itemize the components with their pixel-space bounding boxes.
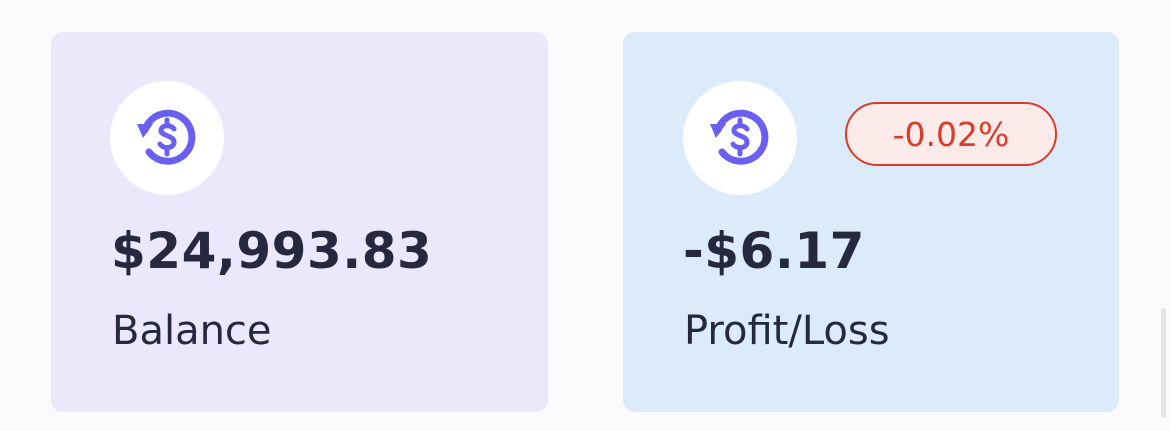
dollar-refresh-icon xyxy=(137,109,196,165)
profit-loss-label: Profit/Loss xyxy=(684,308,890,354)
dollar-refresh-icon xyxy=(710,109,769,165)
pnl-icon-badge xyxy=(683,81,797,195)
profit-loss-card[interactable]: -0.02% -$6.17 Profit/Loss xyxy=(623,32,1119,412)
change-percent-badge: -0.02% xyxy=(845,102,1057,166)
scrollbar[interactable] xyxy=(1161,308,1166,418)
portfolio-summary: $24,993.83 Balance -0.02% -$6.17 Profit/… xyxy=(0,0,1170,431)
balance-label: Balance xyxy=(112,308,272,354)
balance-card[interactable]: $24,993.83 Balance xyxy=(51,32,548,412)
balance-icon-badge xyxy=(110,81,224,195)
balance-amount: $24,993.83 xyxy=(111,222,433,280)
profit-loss-amount: -$6.17 xyxy=(683,222,865,280)
